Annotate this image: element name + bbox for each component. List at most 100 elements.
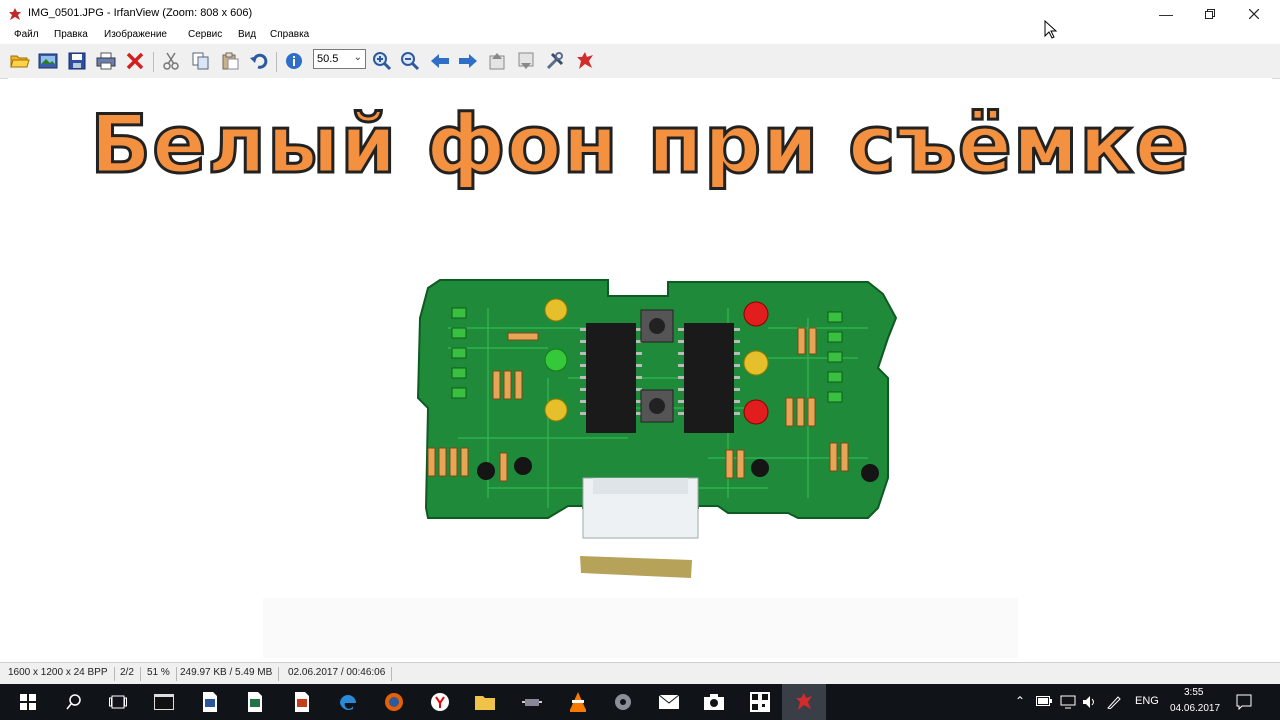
notifications-icon[interactable] [1236, 694, 1252, 710]
zoom-value: 50.5 [317, 53, 339, 65]
start-button[interactable] [6, 684, 50, 720]
menu-edit[interactable]: Правка [54, 29, 88, 40]
minimize-icon: — [1159, 6, 1173, 22]
paste-icon [222, 52, 239, 70]
undo-button[interactable] [248, 51, 270, 71]
previous-image-button[interactable] [429, 51, 451, 71]
toolbar [0, 44, 1280, 79]
language-indicator[interactable]: ENG [1135, 695, 1159, 707]
excel-icon [248, 692, 262, 712]
zoom-out-button[interactable] [399, 51, 421, 71]
taskbar-app[interactable] [280, 684, 324, 720]
explorer-icon [475, 696, 495, 710]
clock-time[interactable]: 3:55 [1184, 687, 1203, 698]
first-page-icon [489, 53, 505, 70]
print-button[interactable] [95, 51, 117, 71]
irfanview-icon [796, 693, 812, 710]
tool-icon [522, 699, 542, 706]
volume-icon[interactable] [1082, 695, 1098, 709]
title-bar[interactable]: IMG_0501.JPG - IrfanView (Zoom: 808 x 60… [0, 0, 1280, 28]
paint-icon [295, 692, 309, 712]
settings-button[interactable] [544, 51, 566, 71]
clock-date[interactable]: 04.06.2017 [1170, 703, 1220, 714]
status-page: 2/2 [120, 667, 141, 681]
taskbar-app[interactable] [188, 684, 232, 720]
qr-icon [750, 692, 770, 712]
taskbar-app[interactable] [692, 684, 736, 720]
firefox-icon [385, 693, 403, 711]
first-page-button[interactable] [486, 51, 508, 71]
menu-view[interactable]: Вид [238, 29, 256, 40]
zoom-in-button[interactable] [371, 51, 393, 71]
battery-icon[interactable] [1036, 696, 1052, 706]
close-button[interactable] [1232, 0, 1276, 28]
pcb-photo [263, 279, 1018, 658]
show-hidden-icons[interactable]: ⌃ [1015, 694, 1025, 708]
delete-button[interactable] [124, 51, 146, 71]
irfanview-window: IMG_0501.JPG - IrfanView (Zoom: 808 x 60… [0, 0, 1280, 685]
taskbar-app[interactable] [738, 684, 782, 720]
menu-help[interactable]: Справка [270, 29, 309, 40]
last-page-icon [518, 52, 534, 69]
window-title: IMG_0501.JPG - IrfanView (Zoom: 808 x 60… [28, 7, 253, 19]
image-viewport[interactable]: Белый фон при съёмке [8, 78, 1272, 662]
print-icon [96, 52, 116, 70]
status-bar: 1600 x 1200 x 24 BPP 2/2 51 % 249.97 KB … [0, 662, 1280, 685]
taskbar-app[interactable] [556, 684, 600, 720]
copy-button[interactable] [190, 51, 212, 71]
taskbar-app[interactable] [510, 684, 554, 720]
taskbar-app[interactable] [601, 684, 645, 720]
save-button[interactable] [66, 51, 88, 71]
chevron-down-icon: ⌄ [353, 52, 362, 63]
menu-file[interactable]: Файл [14, 29, 39, 40]
paste-button[interactable] [219, 51, 241, 71]
cut-button[interactable] [160, 51, 182, 71]
next-image-button[interactable] [457, 51, 479, 71]
status-zoom: 51 % [147, 667, 177, 681]
word-icon [203, 692, 217, 712]
delete-icon [126, 52, 144, 70]
open-button[interactable] [9, 51, 31, 71]
search-button[interactable] [52, 684, 96, 720]
status-filesize: 249.97 KB / 5.49 MB [180, 667, 280, 681]
open-icon [10, 55, 30, 68]
minimize-button[interactable]: — [1144, 0, 1188, 28]
status-datetime: 02.06.2017 / 00:46:06 [288, 667, 393, 681]
edge-icon [340, 695, 356, 711]
next-icon [459, 54, 477, 68]
toolbar-separator [153, 52, 154, 72]
menu-image[interactable]: Изображение [104, 29, 167, 40]
undo-icon [250, 53, 268, 69]
task-view-button[interactable] [96, 684, 140, 720]
yandex-icon [431, 693, 449, 711]
last-page-button[interactable] [515, 51, 537, 71]
taskbar-app[interactable] [326, 684, 370, 720]
restore-button[interactable] [1188, 0, 1232, 28]
taskbar-app[interactable] [647, 684, 691, 720]
taskbar-app[interactable] [418, 684, 462, 720]
close-icon [1249, 9, 1259, 19]
terminal-icon [154, 694, 174, 710]
prev-icon [431, 54, 449, 68]
menu-tools[interactable]: Сервис [188, 29, 222, 40]
zoom-select[interactable]: 50.5 ⌄ [313, 49, 366, 69]
taskbar-app[interactable] [372, 684, 416, 720]
zoom-in-icon [373, 52, 392, 71]
irfanview-app-icon [9, 8, 21, 20]
about-button[interactable] [574, 51, 596, 71]
taskbar-app[interactable] [233, 684, 277, 720]
mail-icon [659, 695, 679, 709]
taskbar-app[interactable] [142, 684, 186, 720]
taskbar-app[interactable] [463, 684, 507, 720]
info-button[interactable] [283, 51, 305, 71]
thumbnails-button[interactable] [37, 51, 59, 71]
restore-icon [1205, 9, 1215, 19]
network-icon[interactable] [1060, 695, 1076, 709]
cut-icon [163, 52, 179, 70]
irfanview-icon [577, 52, 593, 69]
thumbnails-icon [38, 53, 58, 69]
save-icon [68, 52, 86, 70]
windows-taskbar: ⌃ ENG 3:55 04.06.2017 [0, 684, 1280, 720]
pen-icon[interactable] [1106, 695, 1122, 709]
taskbar-app-irfanview[interactable] [782, 684, 826, 720]
